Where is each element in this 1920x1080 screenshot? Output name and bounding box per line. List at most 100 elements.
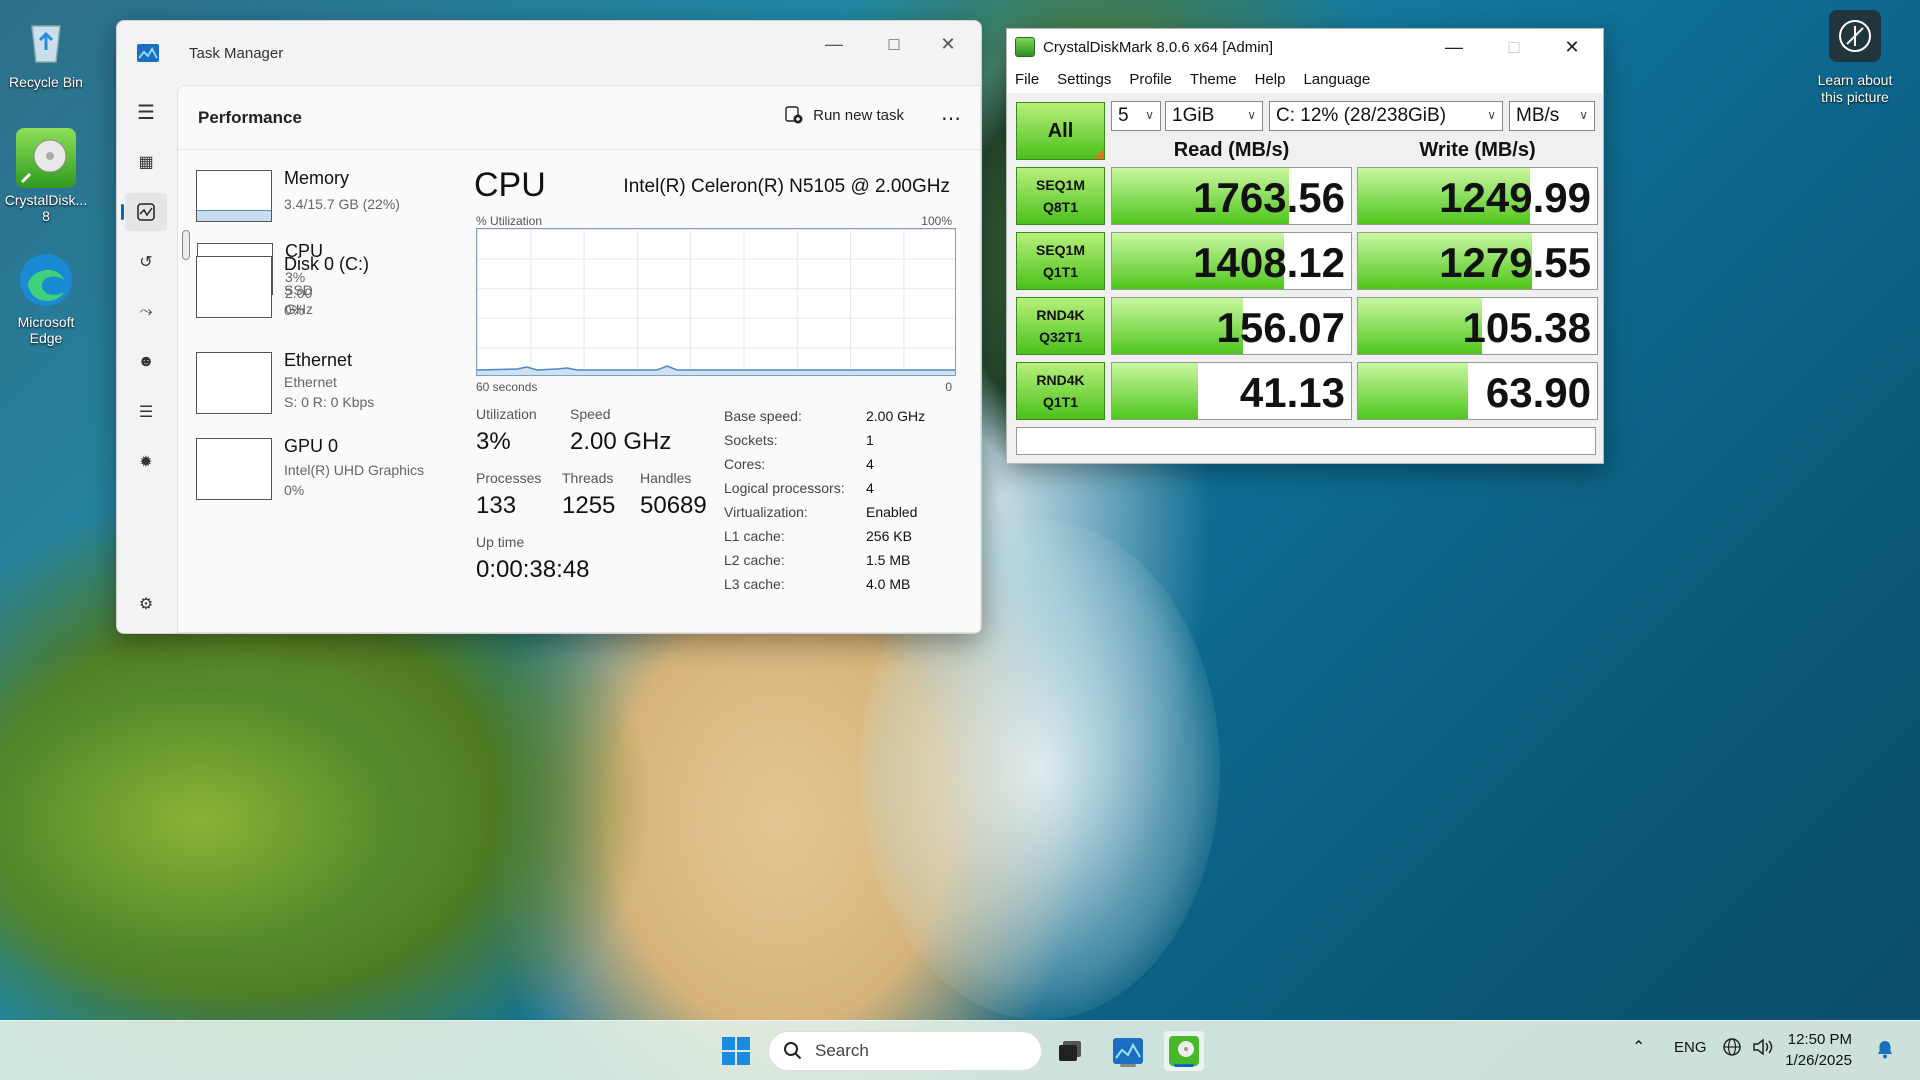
nav-performance[interactable] [121, 193, 167, 231]
nav-users[interactable]: ☻ [125, 343, 167, 381]
taskbar-task-view[interactable] [1050, 1031, 1090, 1071]
graph-label-max: 100% [921, 214, 952, 228]
handles-value: 50689 [640, 492, 707, 519]
notifications-button[interactable] [1876, 1039, 1894, 1063]
chevron-down-icon: ∨ [1247, 108, 1256, 122]
desktop-icon-crystaldiskmark[interactable]: CrystalDisk... 8 [0, 128, 92, 224]
unit-value: MB/s [1516, 105, 1560, 126]
network-status[interactable] [1722, 1037, 1742, 1061]
menu-file[interactable]: File [1015, 71, 1039, 88]
task-view-icon [1059, 1041, 1081, 1061]
nav-details[interactable]: ☰ [125, 393, 167, 431]
resource-name: Ethernet [284, 350, 353, 370]
resource-sub: 3.4/15.7 GB (22%) [284, 196, 400, 212]
test-rnd4k-q1t1-button[interactable]: RND4K Q1T1 [1016, 362, 1105, 420]
uptime-value: 0:00:38:48 [476, 556, 590, 583]
maximize-button[interactable]: □ [869, 29, 919, 59]
resource-name: Disk 0 (C:) [284, 254, 369, 274]
menu-profile[interactable]: Profile [1129, 71, 1172, 88]
nav-app-history[interactable]: ↺ [125, 243, 167, 281]
resource-item-gpu[interactable]: GPU 0 Intel(R) UHD Graphics 0% [182, 426, 438, 502]
more-options-button[interactable]: ⋯ [941, 106, 962, 131]
read-column-header: Read (MB/s) [1173, 139, 1290, 161]
start-button[interactable] [716, 1031, 756, 1071]
run-task-icon [785, 106, 803, 124]
resource-sub: Intel(R) UHD Graphics [284, 462, 425, 478]
resource-item-ethernet[interactable]: Ethernet Ethernet S: 0 R: 0 Kbps [182, 340, 438, 416]
desktop-icon-edge[interactable]: Microsoft Edge [0, 250, 92, 346]
search-placeholder: Search [815, 1041, 869, 1060]
taskbar-task-manager[interactable] [1108, 1031, 1148, 1071]
recycle-bin-icon [16, 10, 76, 70]
hamburger-menu-button[interactable]: ☰ [125, 93, 167, 131]
write-column-header: Write (MB/s) [1419, 139, 1536, 161]
active-indicator [1174, 1064, 1194, 1067]
test-size-select[interactable]: 1GiB ∨ [1165, 101, 1263, 131]
result-read-cell: 41.13 [1111, 362, 1352, 420]
menu-bar: File Settings Profile Theme Help Languag… [1007, 65, 1603, 93]
processes-value: 133 [476, 492, 517, 519]
nav-processes[interactable]: ▦ [125, 143, 167, 181]
drive-select[interactable]: C: 12% (28/238GiB) ∨ [1269, 101, 1503, 131]
close-button[interactable]: ✕ [923, 29, 973, 59]
menu-language[interactable]: Language [1303, 71, 1370, 88]
performance-icon [137, 203, 155, 221]
gear-icon: ⚙ [138, 596, 154, 613]
crystaldiskmark-icon [1169, 1036, 1199, 1066]
minimize-button[interactable]: — [1425, 29, 1483, 65]
menu-theme[interactable]: Theme [1190, 71, 1237, 88]
test-count-select[interactable]: 5 ∨ [1111, 101, 1161, 131]
test-rnd4k-q32t1-button[interactable]: RND4K Q32T1 [1016, 297, 1105, 355]
menu-help[interactable]: Help [1255, 71, 1286, 88]
test-seq1m-q8t1-button[interactable]: SEQ1M Q8T1 [1016, 167, 1105, 225]
close-button[interactable]: ✕ [1543, 29, 1601, 65]
show-hidden-icons-button[interactable]: ⌃ [1632, 1037, 1645, 1057]
cpu-utilization-line [477, 365, 955, 375]
chevron-down-icon: ∨ [1579, 108, 1588, 122]
memory-thumbnail-fill [197, 210, 271, 221]
spec-value: 2.00 GHz [866, 408, 926, 424]
minimize-button[interactable]: — [809, 29, 859, 59]
history-icon: ↺ [139, 254, 153, 271]
resource-item-memory[interactable]: Memory 3.4/15.7 GB (22%) [182, 158, 438, 234]
result-write-cell: 1249.99 [1357, 167, 1598, 225]
hamburger-icon: ☰ [137, 101, 155, 124]
drive-value: C: 12% (28/238GiB) [1276, 105, 1447, 126]
volume-control[interactable] [1752, 1037, 1774, 1061]
clock[interactable]: 12:50 PM 1/26/2025 [1785, 1029, 1852, 1071]
nav-settings[interactable]: ⚙ [125, 585, 167, 623]
taskbar-search-box[interactable]: Search [768, 1031, 1042, 1071]
windows-logo-icon [722, 1037, 750, 1065]
resource-item-disk[interactable]: Disk 0 (C:) SSD 0% [182, 244, 438, 330]
result-write-cell: 63.90 [1357, 362, 1598, 420]
speaker-icon [1753, 1038, 1773, 1056]
chevron-down-icon: ∨ [1487, 108, 1496, 122]
taskbar-crystaldiskmark[interactable] [1164, 1031, 1204, 1071]
nav-services[interactable]: ✹ [125, 443, 167, 481]
bell-icon [1878, 1041, 1892, 1059]
maximize-button[interactable]: □ [1485, 29, 1543, 65]
write-value: 105.38 [1462, 304, 1591, 351]
resource-sub: 0% [284, 482, 305, 498]
test-name: SEQ1M [1035, 242, 1085, 258]
page-title: Performance [198, 107, 302, 127]
learn-about-picture[interactable]: Learn about this picture [1800, 10, 1910, 106]
threads-value: 1255 [562, 492, 616, 519]
resource-sub: SSD [284, 282, 313, 298]
run-all-button[interactable]: All [1016, 102, 1105, 160]
spec-key: Base speed: [724, 408, 802, 424]
spec-value: 4.0 MB [866, 576, 911, 592]
menu-settings[interactable]: Settings [1057, 71, 1111, 88]
read-bar [1112, 363, 1199, 419]
desktop-icon-recycle-bin[interactable]: Recycle Bin [0, 10, 92, 90]
resource-name: GPU 0 [284, 436, 339, 456]
unit-select[interactable]: MB/s ∨ [1509, 101, 1595, 131]
comment-field[interactable] [1016, 427, 1596, 455]
input-language[interactable]: ENG [1674, 1039, 1707, 1056]
test-seq1m-q1t1-button[interactable]: SEQ1M Q1T1 [1016, 232, 1105, 290]
search-icon [784, 1042, 802, 1060]
nav-startup-apps[interactable]: ⤳ [125, 293, 167, 331]
read-value: 1408.12 [1193, 239, 1345, 286]
run-new-task-button[interactable]: Run new task [785, 106, 904, 124]
cpu-utilization-graph [476, 228, 956, 376]
